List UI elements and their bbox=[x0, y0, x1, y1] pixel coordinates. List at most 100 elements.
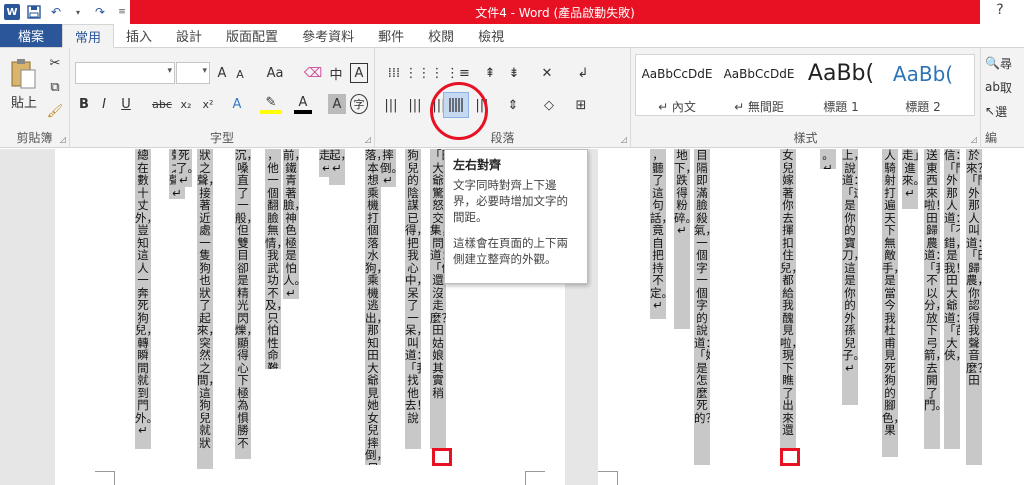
align-top-icon[interactable]: ||| bbox=[381, 94, 401, 116]
subscript-button[interactable]: x₂ bbox=[177, 94, 195, 114]
chevron-down-icon: ▾ bbox=[167, 66, 172, 76]
paste-button[interactable]: 貼上 bbox=[4, 92, 44, 111]
ribbon-tabs: 檔案 常用 插入 設計 版面配置 參考資料 郵件 校閱 檢視 bbox=[0, 24, 1024, 48]
paragraph-label: 段落 bbox=[490, 131, 515, 145]
phonetic-guide-button[interactable]: 中 bbox=[326, 63, 346, 83]
text-column: 地下，跌得粉碎。↵ bbox=[674, 149, 690, 329]
word-app-icon[interactable]: W bbox=[4, 4, 20, 20]
tooltip-title: 左右對齊 bbox=[453, 158, 502, 172]
shading-icon[interactable]: ◇ bbox=[537, 94, 561, 116]
format-painter-icon[interactable]: 🖌 bbox=[46, 102, 64, 120]
superscript-button[interactable]: x² bbox=[199, 94, 217, 114]
style-no-spacing[interactable]: AaBbCcDdE ↵ 無間距 bbox=[718, 55, 800, 115]
copy-icon[interactable]: ⧉ bbox=[46, 78, 64, 96]
shrink-font-button[interactable]: A bbox=[232, 65, 248, 83]
select-icon: ↖ bbox=[985, 104, 996, 118]
increase-indent-icon[interactable]: ⇟ bbox=[503, 63, 525, 83]
text-column: 起，↵ bbox=[329, 149, 345, 185]
styles-gallery: AaBbCcDdE ↵ 內文 AaBbCcDdE ↵ 無間距 AaBb( 標題 … bbox=[635, 54, 975, 116]
show-formatting-icon[interactable]: ↲ bbox=[571, 63, 595, 83]
strikethrough-button[interactable]: abc bbox=[150, 94, 174, 114]
tab-home[interactable]: 常用 bbox=[62, 24, 115, 48]
font-size-combo[interactable]: ▾ bbox=[176, 62, 210, 84]
decrease-indent-icon[interactable]: ⇞ bbox=[479, 63, 501, 83]
italic-button[interactable]: I bbox=[96, 94, 112, 114]
help-button[interactable]: ? bbox=[990, 2, 1010, 22]
style-sample: AaBb( bbox=[807, 61, 875, 86]
text-column: 目隔即滿臉殺氣，一個字一個字的說道：「她是怎麼死的？」 bbox=[694, 149, 710, 465]
change-case-button[interactable]: Aa bbox=[262, 63, 288, 83]
multilevel-list-icon[interactable]: ⋮≡ bbox=[445, 63, 471, 83]
page-corner-mark bbox=[525, 471, 545, 485]
tab-insert[interactable]: 插入 bbox=[114, 24, 164, 47]
text-column: 狀之聲，接著近處一隻狗也狀了起來，突然之間，這狗兒就狀 bbox=[197, 149, 213, 469]
text-column: 於來？」「門外那人叫道：「田歸農，你認得我聲音麼？」田 bbox=[966, 149, 982, 465]
text-column: 女兒嫁著你去揮扣住兒，都給我醜見啦，現下瞧了出來還 bbox=[780, 149, 796, 449]
page-2[interactable]: ，聽了這句話，竟自把持不定。↵ 地下，跌得粉碎。↵ 目隔即滿臉殺氣，一個字一個字… bbox=[598, 149, 1024, 485]
tab-references[interactable]: 參考資料 bbox=[290, 24, 366, 47]
numbering-icon[interactable]: ⋮⋮⋮ bbox=[405, 63, 444, 83]
grow-font-button[interactable]: A bbox=[213, 63, 231, 83]
align-center-icon[interactable]: ||| bbox=[405, 94, 425, 116]
undo-dropdown-icon[interactable]: ▾ bbox=[70, 4, 86, 20]
page-corner-mark bbox=[95, 471, 115, 485]
bold-button[interactable]: B bbox=[76, 94, 92, 114]
font-name-combo[interactable]: ▾ bbox=[75, 62, 175, 84]
font-color-button[interactable]: A bbox=[294, 94, 312, 114]
tooltip-body-2: 這樣會在頁面的上下兩側建立整齊的外觀。 bbox=[453, 236, 568, 266]
underline-button[interactable]: U bbox=[118, 94, 134, 114]
font-launcher-icon[interactable]: ◿ bbox=[365, 135, 371, 144]
text-direction-icon[interactable]: ✕ bbox=[535, 63, 559, 83]
text-column: ，聽了這句話，竟自把持不定。↵ bbox=[650, 149, 666, 319]
paste-icon[interactable] bbox=[6, 56, 40, 92]
replace-label: 取 bbox=[999, 80, 1012, 95]
find-label: 尋 bbox=[999, 56, 1012, 71]
text-column: 送東西來啦！」田歸農道：「我不以分，放下弓箭，去開了門。 bbox=[924, 149, 940, 449]
customize-qat-icon[interactable]: ≡ bbox=[114, 4, 130, 20]
character-shading-button[interactable]: A bbox=[328, 94, 346, 114]
font-group: ▾ ▾ A A Aa ⌫ 中 A B I U abc x₂ x² A ✎ A A… bbox=[70, 48, 375, 148]
styles-label: 樣式 bbox=[793, 131, 818, 145]
style-sample: AaBbCcDdE bbox=[641, 67, 713, 81]
editing-label: 編 bbox=[985, 131, 998, 145]
cursor-highlight-box bbox=[780, 448, 800, 466]
style-heading-1[interactable]: AaBb( 標題 1 bbox=[800, 55, 882, 115]
justify-tooltip: 左右對齊 文字同時對齊上下邊界，必要時增加文字的間距。 這樣會在頁面的上下兩側建… bbox=[444, 149, 588, 284]
tab-file[interactable]: 檔案 bbox=[0, 24, 62, 47]
styles-group: AaBbCcDdE ↵ 內文 AaBbCcDdE ↵ 無間距 AaBb( 標題 … bbox=[631, 48, 981, 148]
text-column: 前，鐵青著臉，神色極是怕人。↵ bbox=[283, 149, 299, 299]
styles-launcher-icon[interactable]: ◿ bbox=[971, 135, 977, 144]
tab-review[interactable]: 校閱 bbox=[416, 24, 466, 47]
save-icon[interactable] bbox=[26, 4, 42, 20]
tab-view[interactable]: 檢視 bbox=[466, 24, 516, 47]
character-border-button[interactable]: A bbox=[350, 63, 368, 83]
highlight-color-icon[interactable]: ✎ bbox=[260, 94, 282, 114]
font-label: 字型 bbox=[209, 131, 234, 145]
ribbon: 貼上 ✂ ⧉ 🖌 剪貼簿 ◿ ▾ ▾ A A Aa ⌫ 中 A B I U ab… bbox=[0, 48, 1024, 148]
highlight-circle bbox=[430, 82, 488, 140]
chevron-down-icon: ▾ bbox=[202, 66, 207, 76]
select-button[interactable]: ↖ 選 bbox=[985, 102, 1023, 120]
style-name: 標題 2 bbox=[905, 100, 941, 114]
style-normal[interactable]: AaBbCcDdE ↵ 內文 bbox=[636, 55, 718, 115]
borders-icon[interactable]: ⊞ bbox=[569, 94, 593, 116]
replace-button[interactable]: ab 取 bbox=[985, 78, 1023, 96]
bullets-icon[interactable]: ⁞⁞⁞ bbox=[381, 63, 407, 83]
tab-layout[interactable]: 版面配置 bbox=[214, 24, 290, 47]
text-column: 落，本想乘機打個落水狗，乘機逃出，那知田大爺見她女兒摔倒，只歎 bbox=[365, 149, 381, 465]
tab-mailings[interactable]: 郵件 bbox=[366, 24, 416, 47]
clear-format-icon[interactable]: ⌫ bbox=[304, 63, 322, 83]
cut-icon[interactable]: ✂ bbox=[46, 54, 64, 72]
style-name: ↵ 無間距 bbox=[734, 100, 784, 114]
line-spacing-icon[interactable]: ⇕ bbox=[499, 94, 527, 116]
text-effects-button[interactable]: A bbox=[228, 94, 246, 114]
tab-design[interactable]: 設計 bbox=[164, 24, 214, 47]
style-heading-2[interactable]: AaBb( 標題 2 bbox=[882, 55, 964, 115]
redo-icon[interactable]: ↷ bbox=[92, 4, 108, 20]
enclose-characters-button[interactable]: 字 bbox=[350, 94, 368, 114]
undo-icon[interactable]: ↶ bbox=[48, 4, 64, 20]
paragraph-launcher-icon[interactable]: ◿ bbox=[621, 135, 627, 144]
clipboard-launcher-icon[interactable]: ◿ bbox=[60, 135, 66, 144]
paragraph-group: ⁞⁞⁞ ⋮⋮⋮ ⋮≡ ⇞ ⇟ ✕ ↲ ||| ||| ||| ||| ⇕ ◇ ⊞… bbox=[375, 48, 631, 148]
find-button[interactable]: 🔍 尋 bbox=[985, 54, 1023, 72]
